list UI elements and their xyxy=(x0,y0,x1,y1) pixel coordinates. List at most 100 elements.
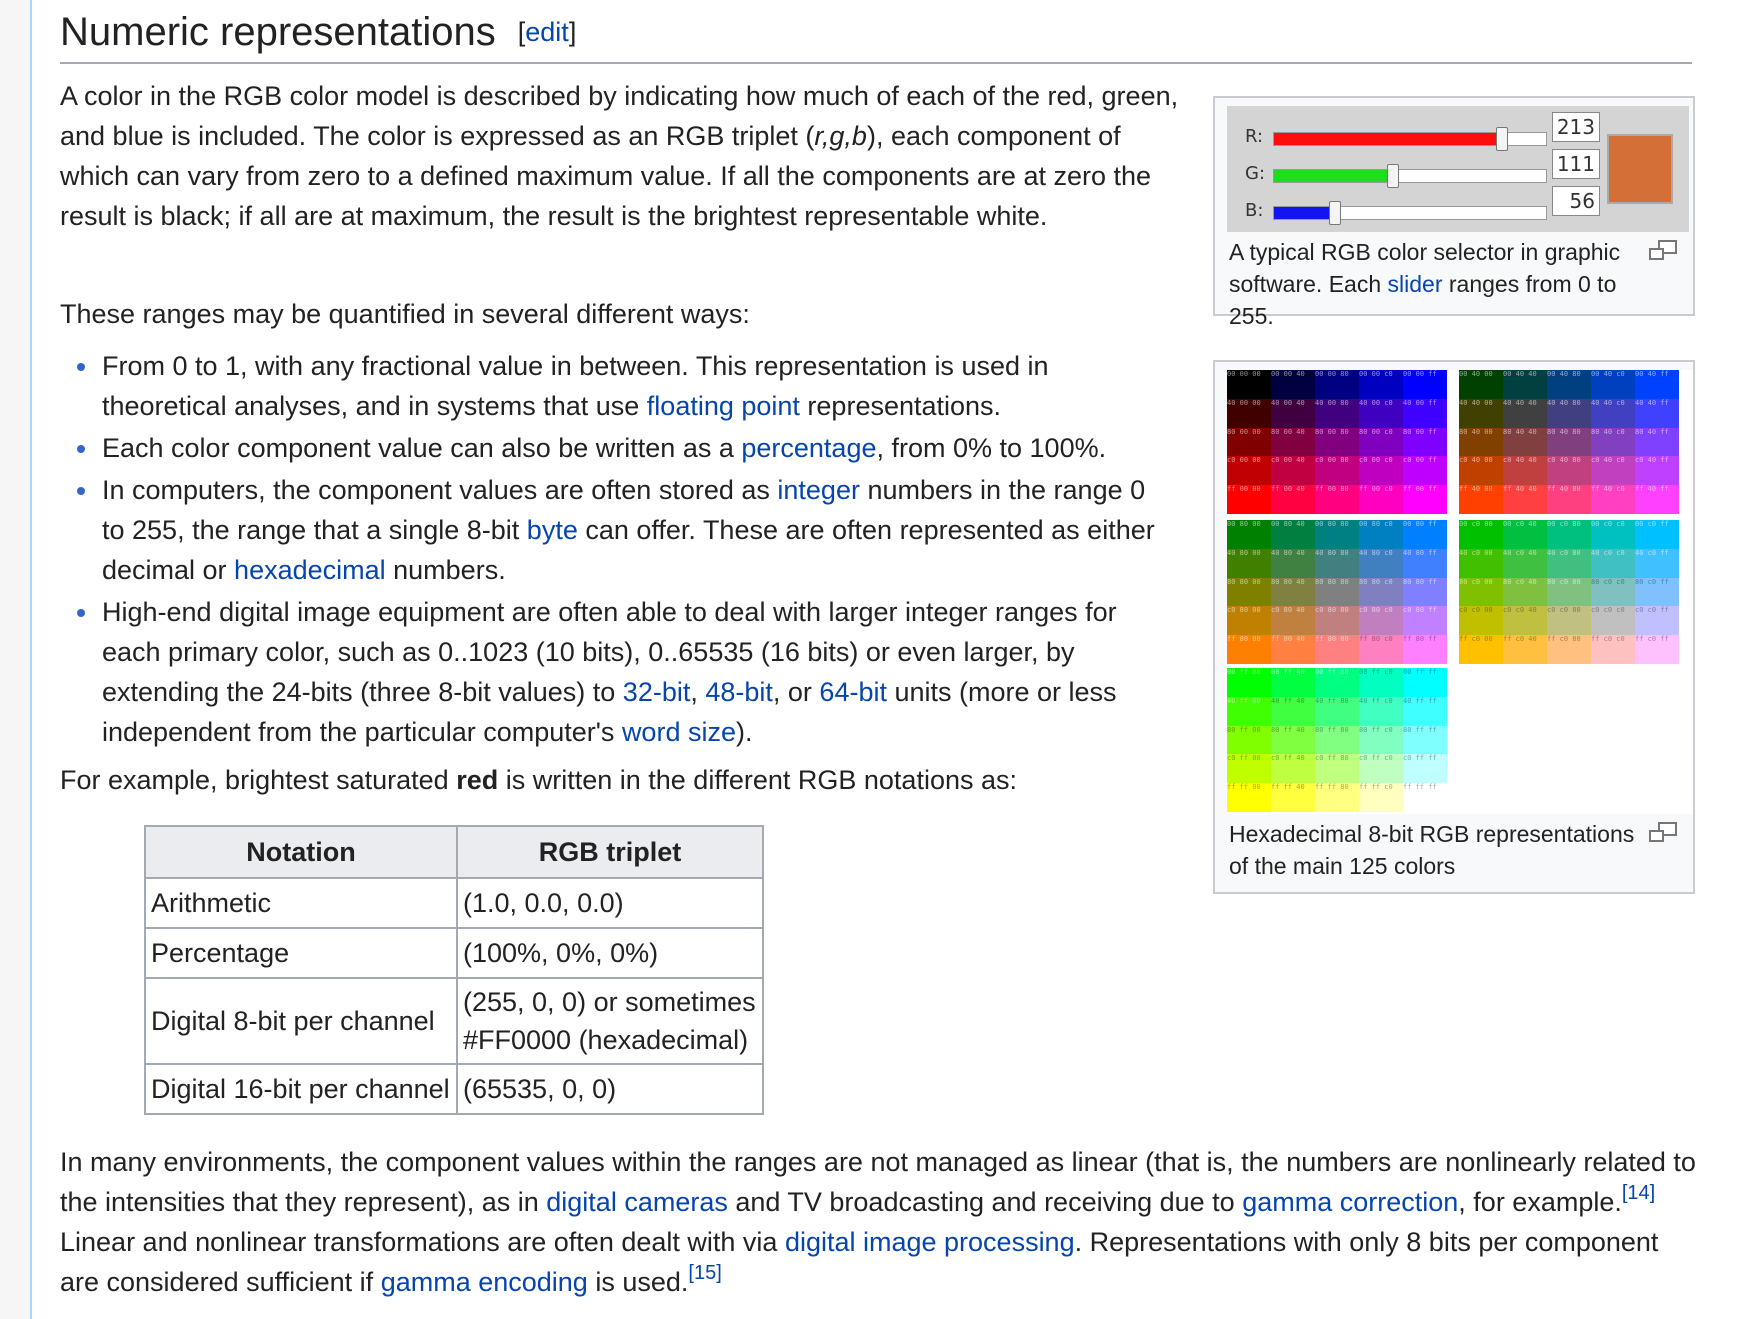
slider-label-g: G: xyxy=(1245,163,1266,184)
color-swatch: 40 40 80 xyxy=(1547,398,1591,428)
edit-link[interactable]: [edit] xyxy=(518,17,577,47)
color-swatch: 00 ff c0 xyxy=(1359,668,1403,697)
link-word-size[interactable]: word size xyxy=(622,717,736,747)
color-swatch: c0 40 40 xyxy=(1503,456,1547,486)
color-swatch: c0 40 80 xyxy=(1547,456,1591,486)
value-field-blue[interactable]: 56 xyxy=(1552,186,1600,216)
color-swatch: c0 ff c0 xyxy=(1359,754,1403,784)
slider-track-green[interactable] xyxy=(1273,164,1547,188)
slider-fill-green xyxy=(1274,170,1392,182)
color-swatch: c0 00 c0 xyxy=(1359,456,1403,486)
slider-handle-green[interactable] xyxy=(1387,164,1399,188)
paragraph-intro: A color in the RGB color model is descri… xyxy=(60,76,1180,236)
color-swatch: 00 c0 ff xyxy=(1635,520,1679,549)
color-swatch: c0 80 00 xyxy=(1227,606,1271,636)
color-swatch: 80 80 40 xyxy=(1271,577,1315,607)
color-swatch: 00 80 c0 xyxy=(1359,520,1403,549)
color-swatch: 00 ff ff xyxy=(1403,668,1447,697)
ranges-list: From 0 to 1, with any fractional value i… xyxy=(60,346,1170,754)
table-row: Arithmetic (1.0, 0.0, 0.0) xyxy=(144,877,764,929)
notation-table: Notation RGB triplet Arithmetic (1.0, 0.… xyxy=(144,825,764,1115)
color-swatch: 80 ff 40 xyxy=(1271,725,1315,755)
edit-link-text[interactable]: edit xyxy=(525,17,569,47)
notation-cell: Percentage xyxy=(144,927,458,979)
triplet-italic: r,g,b xyxy=(814,121,867,151)
color-swatch: c0 c0 c0 xyxy=(1591,606,1635,636)
color-swatch: 80 00 c0 xyxy=(1359,427,1403,457)
color-swatch: 40 c0 80 xyxy=(1547,548,1591,578)
value-field-green[interactable]: 111 xyxy=(1552,149,1600,179)
color-swatch: 00 80 00 xyxy=(1227,520,1271,549)
color-swatch: ff c0 40 xyxy=(1503,635,1547,664)
slider-track-red[interactable] xyxy=(1273,127,1547,151)
link-hexadecimal[interactable]: hexadecimal xyxy=(234,555,386,585)
link-48-bit[interactable]: 48-bit xyxy=(705,677,773,707)
link-percentage[interactable]: percentage xyxy=(741,433,876,463)
link-floating-point[interactable]: floating point xyxy=(647,391,800,421)
list-item: From 0 to 1, with any fractional value i… xyxy=(60,346,1170,426)
slider-fill-red xyxy=(1274,133,1501,145)
value-field-red[interactable]: 213 xyxy=(1552,112,1600,142)
color-swatch: 00 00 ff xyxy=(1403,370,1447,399)
color-swatch: 80 40 c0 xyxy=(1591,427,1635,457)
color-block: 00 c0 00 00 c0 40 00 c0 80 00 c0 c0 00 c0 ff… xyxy=(1459,520,1679,664)
link-64-bit[interactable]: 64-bit xyxy=(819,677,887,707)
color-swatch: ff ff 80 xyxy=(1315,783,1359,812)
slider-row-red: R: xyxy=(1227,120,1567,154)
color-swatch: ff 00 ff xyxy=(1403,485,1447,514)
slider-track-blue[interactable] xyxy=(1273,201,1547,225)
link-byte[interactable]: byte xyxy=(527,515,578,545)
link-32-bit[interactable]: 32-bit xyxy=(623,677,691,707)
color-swatch: ff 80 80 xyxy=(1315,635,1359,664)
color-swatch: ff 40 c0 xyxy=(1591,485,1635,514)
slider-handle-red[interactable] xyxy=(1496,127,1508,151)
link-integer[interactable]: integer xyxy=(777,475,860,505)
reference-14[interactable]: [14] xyxy=(1622,1182,1655,1204)
magnify-icon[interactable] xyxy=(1649,240,1677,260)
color-swatch: c0 40 ff xyxy=(1635,456,1679,486)
color-swatch: 00 ff 00 xyxy=(1227,668,1271,697)
reference-15[interactable]: [15] xyxy=(688,1262,721,1284)
color-swatch: 40 80 40 xyxy=(1271,548,1315,578)
list-item: In computers, the component values are o… xyxy=(60,470,1170,590)
color-swatch: 80 80 ff xyxy=(1403,577,1447,607)
color-swatch: 40 00 00 xyxy=(1227,398,1271,428)
color-swatch: 40 80 c0 xyxy=(1359,548,1403,578)
color-swatch: ff c0 80 xyxy=(1547,635,1591,664)
color-swatch: c0 ff 00 xyxy=(1227,754,1271,784)
slider-row-blue: B: xyxy=(1227,194,1567,228)
color-swatch: 40 ff 40 xyxy=(1271,696,1315,726)
color-swatch: 00 00 80 xyxy=(1315,370,1359,399)
link-gamma-encoding[interactable]: gamma encoding xyxy=(381,1267,588,1297)
caption-hex-colors: Hexadecimal 8-bit RGB representations of… xyxy=(1229,821,1635,879)
link-digital-cameras[interactable]: digital cameras xyxy=(546,1187,728,1217)
color-swatch: ff 00 80 xyxy=(1315,485,1359,514)
link-digital-image-processing[interactable]: digital image processing xyxy=(785,1227,1075,1257)
color-swatch: c0 00 40 xyxy=(1271,456,1315,486)
color-swatch: ff c0 00 xyxy=(1459,635,1503,664)
color-swatch: 40 c0 40 xyxy=(1503,548,1547,578)
color-swatch: 40 00 40 xyxy=(1271,398,1315,428)
color-swatch: ff 40 80 xyxy=(1547,485,1591,514)
link-gamma-correction[interactable]: gamma correction xyxy=(1242,1187,1458,1217)
color-swatch: 80 00 ff xyxy=(1403,427,1447,457)
magnify-icon[interactable] xyxy=(1649,822,1677,842)
color-block: 00 40 00 00 40 40 00 40 80 00 40 c0 00 40 ff… xyxy=(1459,370,1679,514)
color-swatch: 00 40 40 xyxy=(1503,370,1547,399)
color-swatch: 00 00 c0 xyxy=(1359,370,1403,399)
color-swatch: ff 40 40 xyxy=(1503,485,1547,514)
color-swatch: c0 40 c0 xyxy=(1591,456,1635,486)
color-swatch: ff ff c0 xyxy=(1359,783,1403,812)
triplet-cell: (100%, 0%, 0%) xyxy=(456,927,764,979)
link-slider[interactable]: slider xyxy=(1388,271,1443,297)
color-swatch: 40 00 80 xyxy=(1315,398,1359,428)
color-swatch: c0 80 40 xyxy=(1271,606,1315,636)
color-swatch: ff 80 00 xyxy=(1227,635,1271,664)
color-swatch: ff 40 ff xyxy=(1635,485,1679,514)
color-swatch: c0 40 00 xyxy=(1459,456,1503,486)
slider-handle-blue[interactable] xyxy=(1329,201,1341,225)
color-swatch: c0 ff 80 xyxy=(1315,754,1359,784)
table-header-row: Notation RGB triplet xyxy=(144,825,764,879)
triplet-cell: (65535, 0, 0) xyxy=(456,1063,764,1115)
triplet-cell: (255, 0, 0) or sometimes #FF0000 (hexadec… xyxy=(456,977,764,1065)
